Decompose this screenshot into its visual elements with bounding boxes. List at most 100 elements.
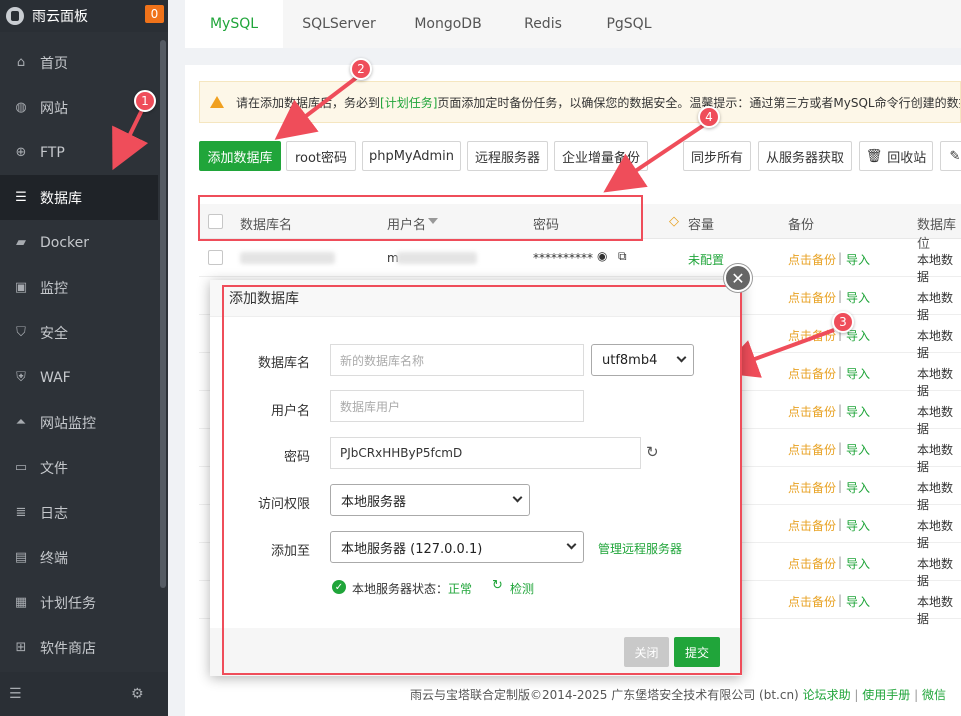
import-link[interactable]: 导入 — [846, 593, 870, 610]
row-password: ********** — [533, 251, 593, 265]
collapse-menu-icon[interactable]: ☰ — [9, 686, 22, 702]
row-checkbox[interactable] — [208, 250, 223, 265]
tab-mysql[interactable]: MySQL — [185, 0, 283, 48]
sidebar-item-waf[interactable]: ⛨ WAF — [0, 355, 158, 400]
col-backup: 备份 — [788, 218, 815, 233]
recycle-bin-button[interactable]: 🗑 回收站 — [859, 141, 933, 171]
page-footer: 雨云与宝塔联合定制版©2014-2025 广东堡塔安全技术有限公司 (bt.cn… — [410, 688, 946, 702]
row-capacity[interactable]: 未配置 — [688, 251, 724, 268]
manual-link[interactable]: 使用手册 — [862, 688, 910, 702]
backup-link[interactable]: 点击备份 — [788, 327, 836, 344]
terminal-icon: ▤ — [14, 550, 28, 565]
sidebar-item-cron[interactable]: ▦ 计划任务 — [0, 580, 158, 625]
sidebar-item-site-monitor[interactable]: ⏶ 网站监控 — [0, 400, 158, 445]
tab-mongodb[interactable]: MongoDB — [395, 0, 501, 48]
recycle-bin-label: 回收站 — [887, 150, 927, 166]
blurred-db-name — [240, 252, 335, 264]
phpmyadmin-button[interactable]: phpMyAdmin — [362, 141, 461, 171]
wechat-link[interactable]: 微信 — [922, 688, 946, 702]
annotation-number-1: 1 — [134, 90, 156, 112]
backup-link[interactable]: 点击备份 — [788, 593, 836, 610]
sidebar-item-website[interactable]: ◍ 网站 — [0, 85, 158, 130]
edit-button[interactable]: ✎ — [940, 141, 961, 171]
link-separator: | — [838, 555, 843, 569]
warning-text-suffix: 页面添加定时备份任务，以确保您的数据安全。温馨提示：通过第三方或者MySQL命令… — [437, 95, 961, 110]
import-link[interactable]: 导入 — [846, 441, 870, 458]
add-database-button[interactable]: 添加数据库 — [199, 141, 281, 171]
sidebar-item-store[interactable]: ⊞ 软件商店 — [0, 625, 158, 670]
import-link[interactable]: 导入 — [846, 517, 870, 534]
settings-gear-icon[interactable]: ⚙ — [131, 686, 144, 702]
tab-sqlserver[interactable]: SQLServer — [283, 0, 395, 48]
sync-all-button[interactable]: 同步所有 — [683, 141, 751, 171]
blurred-username — [397, 252, 477, 264]
tab-pgsql[interactable]: PgSQL — [585, 0, 673, 48]
monitor-icon: ▣ — [14, 280, 28, 295]
link-separator: | — [838, 403, 843, 417]
root-password-button[interactable]: root密码 — [286, 141, 356, 171]
docker-icon: ▰ — [16, 235, 26, 250]
sidebar-item-security[interactable]: ⛉ 安全 — [0, 310, 158, 355]
import-link[interactable]: 导入 — [846, 365, 870, 382]
warning-text-prefix: 请在添加数据库后，务必到 — [236, 95, 381, 110]
copyright-text: 雨云与宝塔联合定制版©2014-2025 广东堡塔安全技术有限公司 (bt.cn… — [410, 688, 799, 702]
annotation-number-3: 3 — [832, 311, 854, 333]
link-separator: | — [838, 251, 843, 265]
backup-warning: 请在添加数据库后，务必到 [计划任务] 页面添加定时备份任务，以确保您的数据安全… — [199, 81, 961, 123]
backup-link[interactable]: 点击备份 — [788, 555, 836, 572]
notification-badge[interactable]: 0 — [145, 5, 164, 23]
chart-icon: ⏶ — [15, 415, 27, 430]
backup-link[interactable]: 点击备份 — [788, 517, 836, 534]
trash-icon: 🗑 — [865, 148, 883, 164]
tab-redis[interactable]: Redis — [501, 0, 585, 48]
sidebar-item-files[interactable]: ▭ 文件 — [0, 445, 158, 490]
sidebar-scrollbar[interactable] — [160, 40, 166, 588]
annotation-number-4: 4 — [698, 106, 720, 128]
sidebar-item-logs[interactable]: ≣ 日志 — [0, 490, 158, 535]
eye-icon[interactable]: ◉ — [597, 249, 607, 263]
database-icon: ☰ — [15, 190, 27, 205]
sidebar-item-database[interactable]: ☰ 数据库 — [0, 175, 158, 220]
backup-link[interactable]: 点击备份 — [788, 365, 836, 382]
import-link[interactable]: 导入 — [846, 251, 870, 268]
import-link[interactable]: 导入 — [846, 289, 870, 306]
sidebar-footer: ☰ ⚙ — [0, 672, 168, 716]
sidebar-item-ftp[interactable]: ⊕ FTP — [0, 130, 158, 175]
import-link[interactable]: 导入 — [846, 555, 870, 572]
remote-server-button[interactable]: 远程服务器 — [467, 141, 548, 171]
backup-link[interactable]: 点击备份 — [788, 289, 836, 306]
backup-link[interactable]: 点击备份 — [788, 479, 836, 496]
annotation-box-dialog — [222, 285, 742, 675]
warning-icon — [210, 96, 224, 108]
annotation-number-2: 2 — [350, 58, 372, 80]
backup-link[interactable]: 点击备份 — [788, 403, 836, 420]
sidebar-item-label: 网站 — [40, 100, 68, 117]
import-link[interactable]: 导入 — [846, 479, 870, 496]
backup-link[interactable]: 点击备份 — [788, 441, 836, 458]
link-separator: | — [838, 479, 843, 493]
cron-task-link[interactable]: [计划任务] — [380, 94, 437, 111]
shield-icon: ⛉ — [16, 325, 26, 340]
sidebar-item-label: 监控 — [40, 280, 68, 297]
db-type-tabs: MySQL SQLServer MongoDB Redis PgSQL — [185, 0, 961, 48]
folder-icon: ▭ — [14, 460, 28, 475]
fetch-from-server-button[interactable]: 从服务器获取 — [758, 141, 852, 171]
forum-link[interactable]: 论坛求助 — [803, 688, 851, 702]
table-row: m ********** ◉ ⧉ 未配置 点击备份 | 导入 本地数据 — [199, 239, 961, 284]
dialog-close-icon[interactable]: ✕ — [724, 264, 752, 292]
calendar-icon: ▦ — [14, 595, 28, 610]
sidebar-item-docker[interactable]: ▰ Docker — [0, 220, 158, 265]
backup-link[interactable]: 点击备份 — [788, 251, 836, 268]
sidebar-item-label: 计划任务 — [40, 595, 96, 612]
sidebar-item-terminal[interactable]: ▤ 终端 — [0, 535, 158, 580]
import-link[interactable]: 导入 — [846, 403, 870, 420]
sidebar-header: 雨云面板 — [0, 0, 168, 32]
incremental-backup-button[interactable]: 企业增量备份 — [554, 141, 648, 171]
link-separator: | — [838, 517, 843, 531]
row-location: 本地数据 — [917, 595, 954, 626]
sidebar-item-home[interactable]: ⌂ 首页 — [0, 40, 158, 85]
copy-icon[interactable]: ⧉ — [618, 249, 627, 264]
sidebar-item-monitor[interactable]: ▣ 监控 — [0, 265, 158, 310]
sidebar-item-label: 网站监控 — [40, 415, 96, 432]
store-icon: ⊞ — [15, 640, 27, 655]
